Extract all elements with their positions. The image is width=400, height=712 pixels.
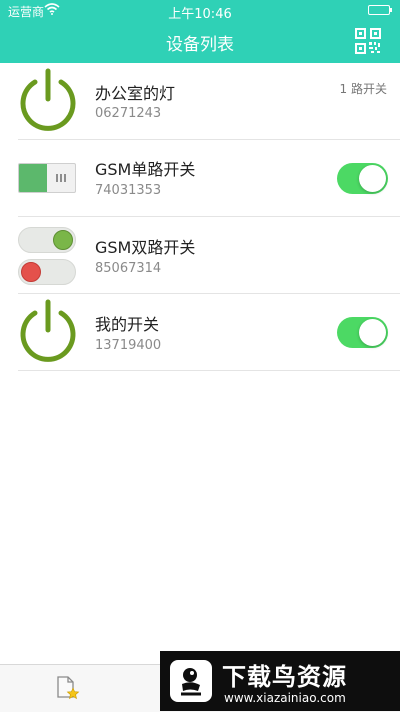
- device-name: 我的开关: [95, 315, 160, 334]
- rocker-switch-icon: [18, 163, 76, 193]
- device-code: 06271243: [95, 106, 162, 121]
- battery-icon: [368, 5, 392, 15]
- device-code: 85067314: [95, 261, 162, 276]
- device-row[interactable]: GSM单路开关 74031353: [0, 140, 400, 217]
- device-code: 13719400: [95, 338, 162, 353]
- device-row[interactable]: 我的开关 13719400: [0, 294, 400, 371]
- status-bar: 运营商 上午10:46: [0, 0, 400, 22]
- watermark-title: 下载鸟资源: [222, 663, 347, 691]
- device-row[interactable]: GSM双路开关 85067314: [0, 217, 400, 294]
- dual-switch-bottom-icon: [18, 259, 76, 285]
- device-row[interactable]: 办公室的灯 06271243 1 路开关: [0, 63, 400, 140]
- device-code: 74031353: [95, 183, 162, 198]
- favorite-document-icon[interactable]: [54, 675, 80, 701]
- dual-switch-top-icon: [18, 227, 76, 253]
- qr-code-icon[interactable]: [355, 28, 381, 54]
- app-header: 运营商 上午10:46 设备列表: [0, 0, 400, 63]
- watermark-banner: 下载鸟资源 www.xiazainiao.com: [160, 651, 400, 711]
- divider: [18, 370, 400, 371]
- device-name: 办公室的灯: [95, 84, 176, 103]
- device-name: GSM双路开关: [95, 238, 196, 257]
- bird-logo-icon: [168, 658, 214, 704]
- device-name: GSM单路开关: [95, 160, 196, 179]
- device-channel-label: 1 路开关: [339, 82, 387, 96]
- page-title: 设备列表: [166, 35, 234, 55]
- status-time: 上午10:46: [168, 7, 232, 22]
- device-toggle[interactable]: [337, 163, 388, 194]
- watermark-url: www.xiazainiao.com: [224, 691, 346, 705]
- device-toggle[interactable]: [337, 317, 388, 348]
- power-icon: [16, 67, 80, 131]
- power-icon: [16, 298, 80, 362]
